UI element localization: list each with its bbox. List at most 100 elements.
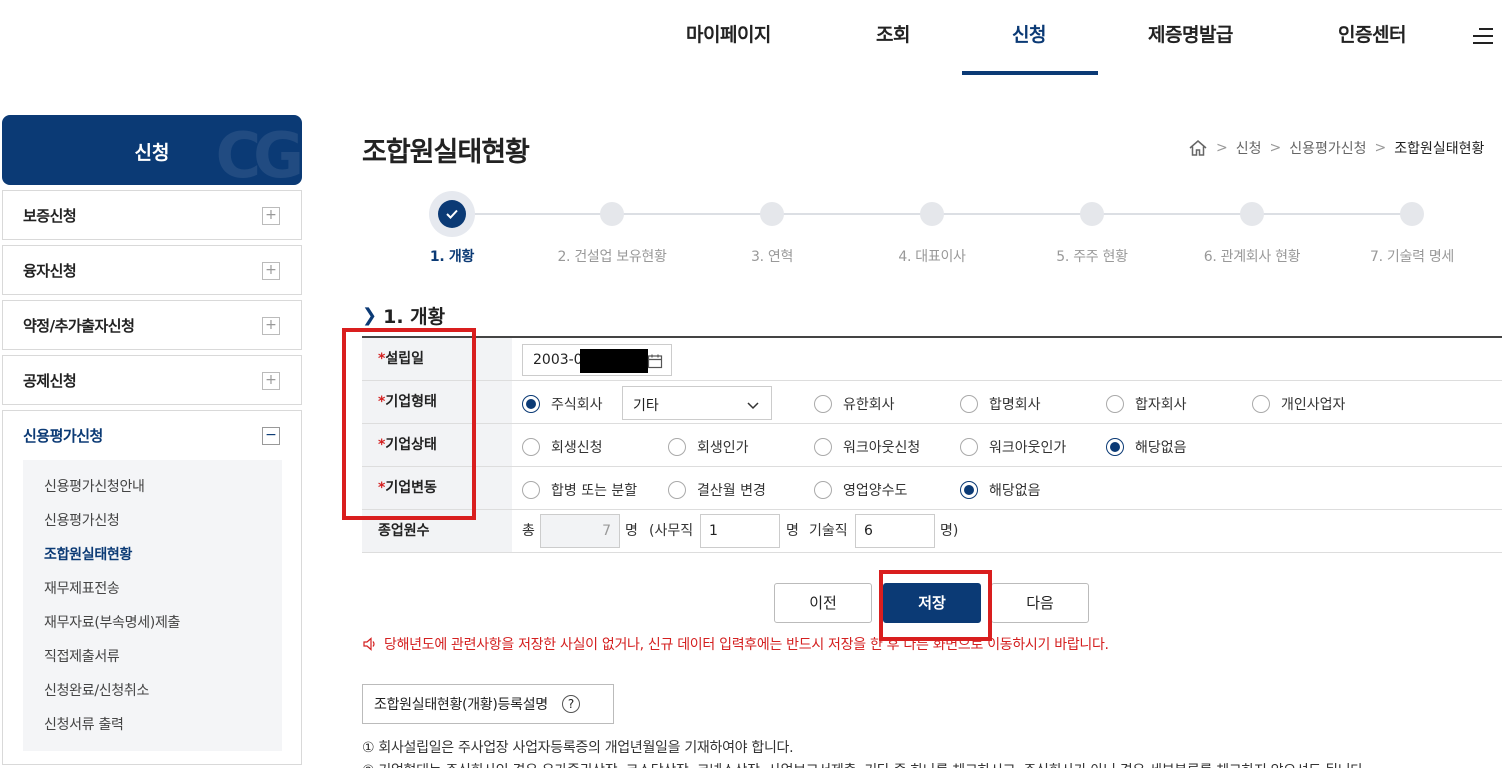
radio-limited-partnership[interactable]: 합자회사 (1106, 394, 1187, 414)
radio-business-transfer[interactable]: 영업양수도 (814, 480, 907, 500)
notice-text: 당해년도에 관련사항을 저장한 사실이 없거나, 신규 데이터 입력후에는 반드… (384, 637, 1109, 653)
menu-icon[interactable] (1473, 28, 1493, 44)
step-2-dot[interactable] (600, 202, 624, 226)
unit-label: 명 (625, 523, 638, 539)
step-7-dot[interactable] (1400, 202, 1424, 226)
nav-auth-center[interactable]: 인증센터 (1338, 20, 1406, 47)
radio-stock-company[interactable]: 주식회사 (522, 394, 603, 414)
step-6-label[interactable]: 6. 관계회사 현황 (1204, 246, 1301, 266)
radio-circle[interactable] (814, 481, 832, 499)
sidebar-item-loan[interactable]: 융자신청 + (2, 245, 302, 295)
submenu-item[interactable]: 신용평가신청 (23, 508, 282, 542)
next-button[interactable]: 다음 (991, 583, 1089, 623)
breadcrumb-item[interactable]: 신청 (1236, 138, 1262, 158)
radio-circle-checked[interactable] (522, 395, 540, 413)
radio-circle[interactable] (522, 438, 540, 456)
sidebar-item-contract[interactable]: 약정/추가출자신청 + (2, 300, 302, 350)
radio-circle[interactable] (522, 481, 540, 499)
stock-company-subtype-select[interactable]: 기타 (622, 386, 772, 420)
radio-circle[interactable] (1252, 395, 1270, 413)
radio-sole-proprietor[interactable]: 개인사업자 (1252, 394, 1345, 414)
radio-circle[interactable] (668, 438, 686, 456)
form-row-founding: *설립일 2003-0 (362, 338, 1502, 381)
submenu-item-active[interactable]: 조합원실태현황 (23, 542, 282, 576)
step-4-dot[interactable] (920, 202, 944, 226)
nav-apply[interactable]: 신청 (1012, 20, 1046, 47)
question-icon: ? (561, 695, 580, 713)
sidebar-title: 신청 (134, 142, 170, 164)
step-6-dot[interactable] (1240, 202, 1264, 226)
step-4-label[interactable]: 4. 대표이사 (898, 246, 966, 266)
expand-icon[interactable]: + (262, 207, 280, 225)
radio-general-partnership[interactable]: 합명회사 (960, 394, 1041, 414)
radio-circle-checked[interactable] (960, 481, 978, 499)
submenu-item[interactable]: 재무자료(부속명세)제출 (23, 610, 282, 644)
radio-circle-checked[interactable] (1106, 438, 1124, 456)
radio-workout-application[interactable]: 워크아웃신청 (814, 437, 920, 457)
submenu-item[interactable]: 신용평가신청안내 (23, 474, 282, 508)
founding-date-input[interactable]: 2003-0 (522, 344, 672, 376)
tech-employees-input[interactable]: 6 (855, 514, 935, 548)
radio-circle[interactable] (1106, 395, 1124, 413)
nav-mypage[interactable]: 마이페이지 (686, 20, 771, 47)
sidebar-item-credit-rating[interactable]: 신용평가신청 − 신용평가신청안내 신용평가신청 조합원실태현황 재무제표전송 … (2, 410, 302, 765)
sidebar-item-label: 보증신청 (23, 207, 77, 225)
collapse-icon[interactable]: − (262, 427, 280, 445)
radio-circle[interactable] (668, 481, 686, 499)
section-title-text: 1. 개황 (383, 306, 446, 328)
overview-form: *설립일 2003-0 *기업형태 주식회사 기타 유한회사 합명회사 합자회사… (362, 336, 1502, 553)
submenu-item[interactable]: 직접제출서류 (23, 644, 282, 678)
radio-fiscal-month-change[interactable]: 결산월 변경 (668, 480, 766, 500)
radio-change-none[interactable]: 해당없음 (960, 480, 1041, 500)
submenu-item[interactable]: 재무제표전송 (23, 576, 282, 610)
submenu-item[interactable]: 신청완료/신청취소 (23, 678, 282, 712)
step-5-label[interactable]: 5. 주주 현황 (1056, 246, 1128, 266)
step-3-label[interactable]: 3. 연혁 (751, 246, 793, 266)
form-row-employees: 종업원수 총 7 명 (사무직 1 명 기술직 6 명) (362, 510, 1502, 553)
breadcrumb-item[interactable]: 신용평가신청 (1289, 138, 1366, 158)
radio-llc[interactable]: 유한회사 (814, 394, 895, 414)
highlight-box-required-fields (342, 328, 476, 520)
nav-certificates[interactable]: 제증명발급 (1148, 20, 1233, 47)
step-7-label[interactable]: 7. 기술력 명세 (1370, 246, 1454, 266)
total-employees-input: 7 (540, 514, 620, 548)
radio-circle[interactable] (960, 438, 978, 456)
help-description-button[interactable]: 조합원실태현황(개황)등록설명 ? (362, 684, 614, 724)
expand-icon[interactable]: + (262, 372, 280, 390)
chevron-right-icon: > (1374, 140, 1387, 156)
submenu-item[interactable]: 신청서류 출력 (23, 712, 282, 746)
radio-workout-approved[interactable]: 워크아웃인가 (960, 437, 1066, 457)
office-label: (사무직 (649, 523, 694, 539)
radio-status-none[interactable]: 해당없음 (1106, 437, 1187, 457)
radio-label: 해당없음 (1135, 440, 1187, 456)
sidebar-item-mutual-aid[interactable]: 공제신청 + (2, 355, 302, 405)
guide-text-1: ① 회사설립일은 주사업장 사업자등록증의 개업년월일을 기재하여야 합니다. (362, 740, 794, 756)
radio-label: 회생인가 (697, 440, 749, 456)
step-1-label[interactable]: 1. 개황 (430, 246, 475, 266)
nav-inquiry[interactable]: 조회 (876, 20, 910, 47)
step-3-dot[interactable] (760, 202, 784, 226)
radio-label: 합병 또는 분할 (551, 483, 638, 499)
office-employees-input[interactable]: 1 (700, 514, 780, 548)
home-icon[interactable] (1188, 139, 1208, 157)
radio-rehab-approved[interactable]: 회생인가 (668, 437, 749, 457)
radio-circle[interactable] (960, 395, 978, 413)
breadcrumb-current: 조합원실태현황 (1394, 141, 1485, 157)
radio-circle[interactable] (814, 438, 832, 456)
step-5-dot[interactable] (1080, 202, 1104, 226)
radio-label: 워크아웃신청 (843, 440, 921, 456)
radio-circle[interactable] (814, 395, 832, 413)
expand-icon[interactable]: + (262, 317, 280, 335)
step-2-label[interactable]: 2. 건설업 보유현황 (557, 246, 666, 266)
prev-button[interactable]: 이전 (774, 583, 872, 623)
total-label: 총 (522, 523, 535, 539)
radio-label: 합자회사 (1135, 397, 1187, 413)
radio-merger-split[interactable]: 합병 또는 분할 (522, 480, 637, 500)
radio-rehab-application[interactable]: 회생신청 (522, 437, 603, 457)
calendar-icon[interactable] (647, 353, 663, 373)
expand-icon[interactable]: + (262, 262, 280, 280)
radio-label: 주식회사 (551, 397, 603, 413)
sidebar-item-guarantee[interactable]: 보증신청 + (2, 190, 302, 240)
form-row-company-change: *기업변동 합병 또는 분할 결산월 변경 영업양수도 해당없음 (362, 467, 1502, 510)
step-1-dot[interactable] (429, 191, 475, 237)
